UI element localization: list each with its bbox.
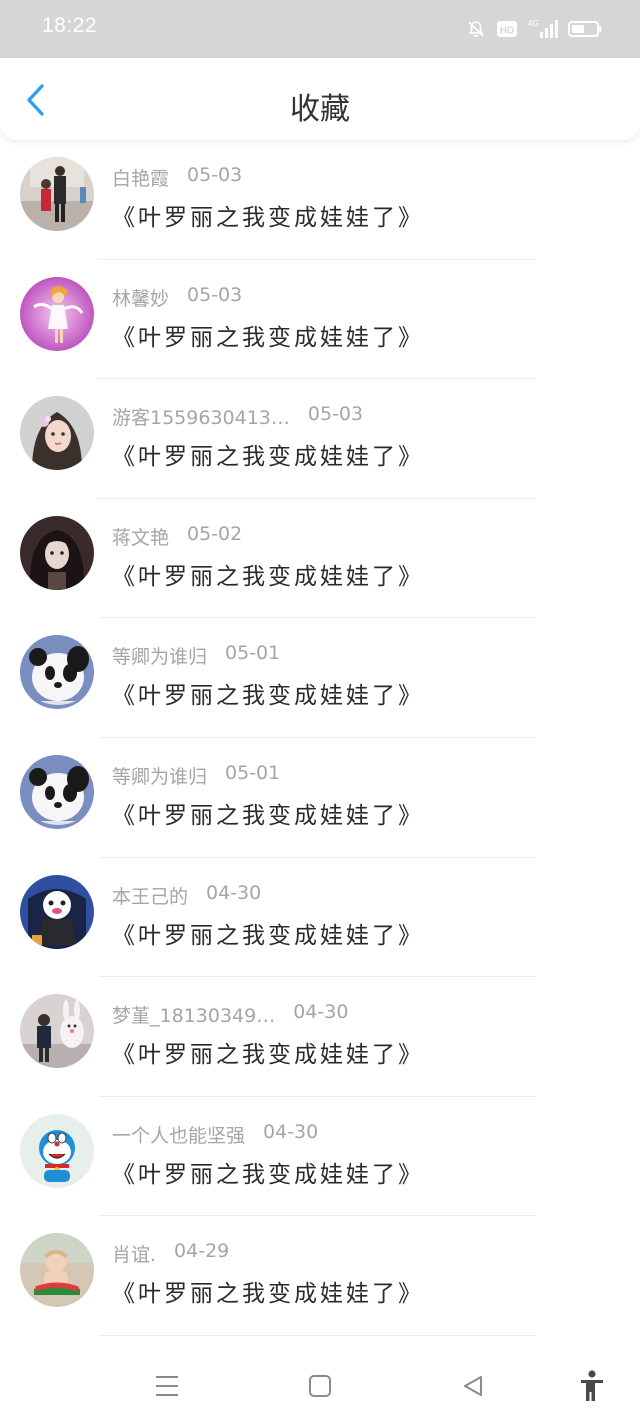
app-header: 收藏 <box>0 58 640 140</box>
favorites-list: 白艳霞 05-03 《叶罗丽之我变成娃娃了》 林馨妙 05-03 《叶罗丽之我变成娃娃了》… <box>0 140 640 1336</box>
accessibility-icon <box>581 1370 603 1401</box>
favorite-date: 04-30 <box>206 881 262 904</box>
mute-icon <box>466 19 486 39</box>
avatar[interactable] <box>20 276 94 351</box>
avatar[interactable] <box>20 874 94 949</box>
item-meta: 游客1559630413… 05-03 <box>112 403 363 430</box>
user-name: 林馨妙 <box>112 287 170 310</box>
book-title: 《叶罗丽之我变成娃娃了》 <box>112 683 424 710</box>
page-title: 收藏 <box>290 92 350 127</box>
favorite-date: 05-01 <box>225 642 281 665</box>
user-name: 等卿为谁归 <box>112 765 208 788</box>
book-title: 《叶罗丽之我变成娃娃了》 <box>112 802 424 829</box>
4g-signal-icon: 4G <box>528 18 558 40</box>
avatar[interactable] <box>20 994 94 1069</box>
user-name: 等卿为谁归 <box>112 646 208 669</box>
favorite-date: 05-03 <box>307 403 364 426</box>
status-time: 18:22 <box>42 14 98 37</box>
favorite-list-item[interactable]: 梦堇_18130349… 04-30 《叶罗丽之我变成娃娃了》 <box>0 977 640 1097</box>
accessibility-button[interactable] <box>574 1368 610 1404</box>
hd-icon: HD <box>496 19 518 39</box>
book-title: 《叶罗丽之我变成娃娃了》 <box>112 1281 424 1308</box>
back-triangle-icon <box>464 1376 482 1396</box>
item-meta: 本王己的 04-30 <box>112 882 261 909</box>
user-name: 肖谊. <box>112 1244 157 1267</box>
favorite-list-item[interactable]: 一个人也能坚强 04-30 《叶罗丽之我变成娃娃了》 <box>0 1097 640 1217</box>
battery-icon <box>568 19 602 39</box>
avatar[interactable] <box>20 1233 94 1308</box>
item-meta: 肖谊. 04-29 <box>112 1240 229 1267</box>
favorite-list-item[interactable]: 蒋文艳 05-02 《叶罗丽之我变成娃娃了》 <box>0 499 640 619</box>
favorite-list-item[interactable]: 白艳霞 05-03 《叶罗丽之我变成娃娃了》 <box>0 140 640 260</box>
favorite-date: 04-30 <box>263 1120 319 1143</box>
favorite-date: 04-29 <box>174 1240 230 1263</box>
avatar[interactable] <box>20 515 94 590</box>
favorite-list-item[interactable]: 林馨妙 05-03 《叶罗丽之我变成娃娃了》 <box>0 260 640 380</box>
favorite-list-item[interactable]: 肖谊. 04-29 《叶罗丽之我变成娃娃了》 <box>0 1216 640 1336</box>
item-meta: 一个人也能坚强 04-30 <box>112 1121 318 1148</box>
book-title: 《叶罗丽之我变成娃娃了》 <box>112 1042 424 1069</box>
menu-button[interactable] <box>149 1368 185 1404</box>
menu-icon <box>156 1376 178 1396</box>
item-meta: 等卿为谁归 05-01 <box>112 762 280 789</box>
book-title: 《叶罗丽之我变成娃娃了》 <box>112 1161 424 1188</box>
status-bar: 18:22 HD 4G <box>0 0 640 58</box>
user-name: 蒋文艳 <box>112 526 170 549</box>
system-nav-bar <box>0 1348 640 1422</box>
home-button[interactable] <box>302 1368 338 1404</box>
book-title: 《叶罗丽之我变成娃娃了》 <box>112 563 424 590</box>
book-title: 《叶罗丽之我变成娃娃了》 <box>112 205 424 231</box>
item-meta: 白艳霞 05-03 <box>112 164 242 191</box>
favorite-list-item[interactable]: 游客1559630413… 05-03 《叶罗丽之我变成娃娃了》 <box>0 379 640 499</box>
favorite-date: 04-30 <box>293 1001 349 1024</box>
avatar[interactable] <box>20 157 94 231</box>
user-name: 本王己的 <box>112 885 189 908</box>
avatar[interactable] <box>20 396 94 471</box>
item-meta: 蒋文艳 05-02 <box>112 523 242 550</box>
back-nav-button[interactable] <box>455 1368 491 1404</box>
avatar[interactable] <box>20 754 94 829</box>
book-title: 《叶罗丽之我变成娃娃了》 <box>112 922 424 949</box>
svg-text:4G: 4G <box>528 19 539 28</box>
user-name: 梦堇_18130349… <box>112 1005 276 1028</box>
book-title: 《叶罗丽之我变成娃娃了》 <box>112 324 424 351</box>
favorite-date: 05-02 <box>187 522 243 545</box>
user-name: 白艳霞 <box>112 168 170 190</box>
favorite-date: 05-01 <box>225 761 281 784</box>
book-title: 《叶罗丽之我变成娃娃了》 <box>112 444 424 471</box>
status-icons: HD 4G <box>466 17 602 41</box>
favorite-list-item[interactable]: 等卿为谁归 05-01 《叶罗丽之我变成娃娃了》 <box>0 738 640 858</box>
user-name: 游客1559630413… <box>112 407 290 430</box>
svg-text:HD: HD <box>500 26 514 37</box>
item-meta: 林馨妙 05-03 <box>112 284 242 311</box>
home-square-icon <box>309 1375 331 1397</box>
user-name: 一个人也能坚强 <box>112 1124 246 1147</box>
item-meta: 等卿为谁归 05-01 <box>112 642 280 669</box>
item-meta: 梦堇_18130349… 04-30 <box>112 1001 348 1028</box>
favorite-list-item[interactable]: 本王己的 04-30 《叶罗丽之我变成娃娃了》 <box>0 858 640 978</box>
divider <box>98 1334 536 1336</box>
favorite-date: 05-03 <box>187 283 243 306</box>
favorite-list-item[interactable]: 等卿为谁归 05-01 《叶罗丽之我变成娃娃了》 <box>0 618 640 738</box>
avatar[interactable] <box>20 1113 94 1188</box>
avatar[interactable] <box>20 635 94 710</box>
favorite-date: 05-03 <box>187 164 243 186</box>
